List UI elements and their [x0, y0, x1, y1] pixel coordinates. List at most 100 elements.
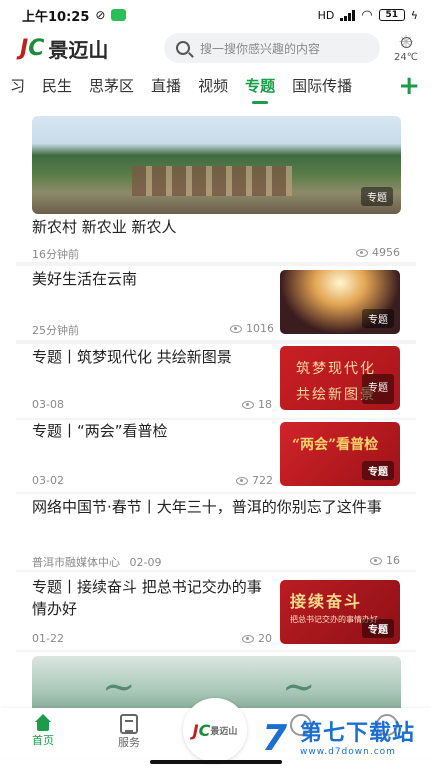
- item-meta: 普洱市融媒体中心 02-09: [32, 554, 161, 570]
- status-bar: 上午10:25 ⊘ HD ◠ 51 ϟ: [0, 0, 432, 30]
- charging-icon: ϟ: [410, 8, 418, 22]
- hero-time: 16分钟前: [32, 248, 79, 261]
- sun-icon: [397, 34, 415, 52]
- views-icon: [242, 401, 254, 409]
- views-icon: [236, 477, 248, 485]
- tab-topics[interactable]: 专题: [245, 70, 275, 104]
- item-time: 03-08: [32, 398, 64, 411]
- nav-home[interactable]: 首页: [0, 708, 86, 748]
- signal-icon: [340, 9, 356, 21]
- views-count: 1016: [246, 322, 274, 335]
- center-logo-button: JC 景迈山: [183, 698, 247, 762]
- item-thumbnail: 筑梦现代化 共绘新图景 专题: [280, 346, 400, 410]
- search-icon: [176, 41, 190, 55]
- home-indicator: [150, 760, 282, 764]
- news-feed[interactable]: 专题 新农村 新农业 新农人 16分钟前 4956 美好生活在云南 25分钟前 …: [16, 108, 416, 708]
- watermark-logo-icon: 7: [262, 718, 288, 759]
- topic-badge: 专题: [361, 187, 393, 206]
- views-icon: [356, 249, 368, 257]
- item-title: 专题丨“两会”看普检: [32, 422, 168, 440]
- logo-mark-icon: JC: [20, 35, 45, 61]
- item-views: 16: [370, 554, 400, 567]
- views-count: 20: [258, 632, 272, 645]
- battery-icon: 51: [378, 9, 405, 21]
- nav-service-label: 服务: [118, 736, 140, 749]
- item-title: 网络中国节·春节丨大年三十，普洱的你别忘了这件事: [32, 498, 382, 516]
- thumb-text: “两会”看普检: [292, 437, 379, 453]
- tab-minsheng[interactable]: 民生: [42, 70, 72, 102]
- item-thumbnail: 专题: [280, 270, 400, 334]
- app-header: JC 景迈山 搜一搜你感兴趣的内容 24℃: [0, 30, 432, 66]
- topic-badge: 专题: [362, 374, 394, 404]
- list-item[interactable]: 网络中国节·春节丨大年三十，普洱的你别忘了这件事 普洱市融媒体中心 02-09 …: [16, 494, 416, 570]
- item-views: 722: [236, 474, 273, 487]
- tab-xi[interactable]: 习: [10, 70, 25, 102]
- mute-icon: ⊘: [95, 8, 106, 22]
- views-icon: [370, 557, 382, 565]
- item-views: 20: [242, 632, 272, 645]
- list-item[interactable]: 专题丨筑梦现代化 共绘新图景 03-08 18 筑梦现代化 共绘新图景 专题: [16, 344, 416, 418]
- channel-tabs: 习 民生 思茅区 直播 视频 专题 国际传播 +: [0, 68, 432, 104]
- topic-badge: 专题: [362, 619, 394, 638]
- app-logo[interactable]: JC 景迈山: [20, 34, 150, 63]
- hero-image: 专题: [32, 116, 401, 214]
- nav-center[interactable]: JC 景迈山: [172, 698, 258, 762]
- watermark-title: 第七下载站: [300, 721, 416, 746]
- hero-views: 4956: [356, 246, 400, 259]
- topic-badge: 专题: [362, 309, 394, 328]
- village-roofs: [132, 166, 292, 196]
- views-count: 16: [386, 554, 400, 567]
- add-channel-icon[interactable]: +: [398, 73, 420, 99]
- center-logo-text: 景迈山: [210, 726, 238, 737]
- views-icon: [242, 635, 254, 643]
- list-item[interactable]: 专题丨“两会”看普检 03-02 722 “两会”看普检 专题: [16, 420, 416, 492]
- search-placeholder: 搜一搜你感兴趣的内容: [200, 41, 321, 56]
- service-icon: [120, 714, 138, 734]
- wechat-icon: [111, 9, 127, 21]
- item-thumbnail: “两会”看普检 专题: [280, 422, 400, 486]
- nav-service[interactable]: 服务: [86, 708, 172, 750]
- item-title: 专题丨接续奋斗 把总书记交办的事情办好: [32, 578, 262, 618]
- item-source: 普洱市融媒体中心: [32, 556, 120, 569]
- views-count: 4956: [372, 246, 400, 259]
- views-count: 18: [258, 398, 272, 411]
- tab-live[interactable]: 直播: [151, 70, 181, 102]
- item-title: 专题丨筑梦现代化 共绘新图景: [32, 348, 232, 366]
- item-views: 18: [242, 398, 272, 411]
- item-time: 02-09: [129, 556, 162, 569]
- watermark-text: 第七下载站 www.d7down.com: [300, 721, 415, 757]
- tabs-fade: +: [382, 68, 432, 104]
- views-count: 722: [252, 474, 273, 487]
- wifi-icon: ◠: [361, 7, 373, 23]
- home-icon: [33, 714, 53, 732]
- status-right: HD ◠ 51 ϟ: [318, 8, 418, 23]
- item-thumbnail: 接续奋斗 把总书记交办的事情办好 专题: [280, 580, 400, 644]
- watermark: 7 第七下载站 www.d7down.com: [262, 716, 426, 762]
- logo-text: 景迈山: [48, 37, 109, 62]
- status-time: 上午10:25: [22, 9, 90, 25]
- item-title: 美好生活在云南: [32, 270, 138, 288]
- network-label: HD: [317, 8, 335, 22]
- views-icon: [230, 325, 242, 333]
- temperature: 24℃: [394, 51, 418, 63]
- item-views: 1016: [230, 322, 274, 335]
- tab-video[interactable]: 视频: [198, 70, 228, 102]
- item-time: 25分钟前: [32, 324, 79, 337]
- tab-simao[interactable]: 思茅区: [89, 70, 134, 102]
- partial-image-art: ~: [282, 664, 316, 708]
- item-time: 03-02: [32, 474, 64, 487]
- hero-title: 新农村 新农业 新农人: [32, 218, 177, 236]
- item-time: 01-22: [32, 632, 64, 645]
- hero-card[interactable]: 专题 新农村 新农业 新农人 16分钟前 4956: [16, 108, 416, 262]
- list-item[interactable]: 美好生活在云南 25分钟前 1016 专题: [16, 266, 416, 340]
- logo-mark-icon: JC: [192, 720, 211, 740]
- thumb-text: 接续奋斗: [290, 592, 363, 611]
- list-item[interactable]: 专题丨接续奋斗 把总书记交办的事情办好 01-22 20 接续奋斗 把总书记交办…: [16, 572, 416, 650]
- partial-image-art: ~: [102, 664, 136, 708]
- watermark-url: www.d7down.com: [300, 747, 396, 757]
- nav-home-label: 首页: [32, 734, 54, 747]
- weather-widget[interactable]: 24℃: [394, 34, 418, 63]
- search-input[interactable]: 搜一搜你感兴趣的内容: [164, 33, 380, 63]
- topic-badge: 专题: [362, 461, 394, 480]
- tab-international[interactable]: 国际传播: [292, 70, 352, 102]
